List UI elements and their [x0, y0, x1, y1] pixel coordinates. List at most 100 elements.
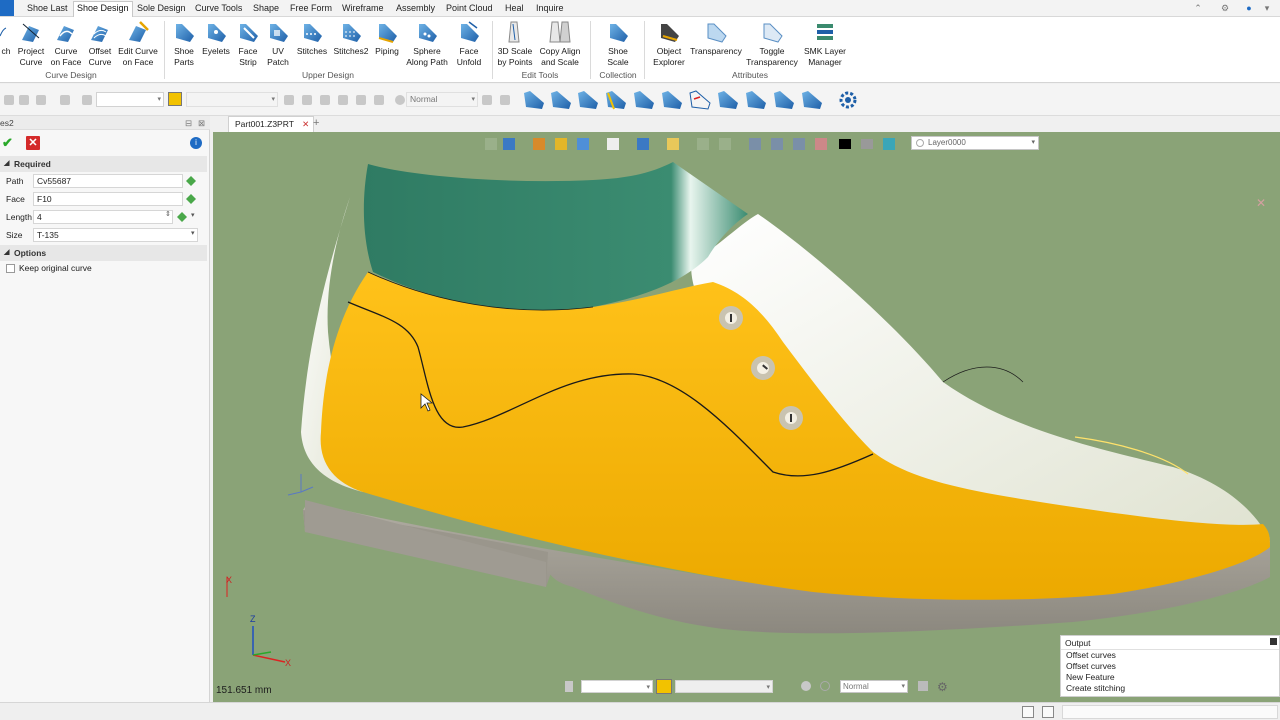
- settings-icon[interactable]: ⚙: [1220, 3, 1230, 13]
- collapse-ribbon-icon[interactable]: ⌃: [1193, 3, 1203, 13]
- options-section-header[interactable]: ◢ Options: [0, 245, 207, 261]
- piping-button[interactable]: Piping: [372, 20, 402, 57]
- shoe-tool-icon[interactable]: [632, 89, 656, 111]
- keep-original-checkbox[interactable]: [6, 264, 15, 273]
- smart-pick-icon[interactable]: [656, 679, 672, 694]
- mirror-icon[interactable]: [356, 95, 366, 105]
- close-output-icon[interactable]: [1270, 638, 1277, 645]
- shoe-parts-button[interactable]: Shoe Parts: [170, 20, 198, 67]
- command-input[interactable]: [1062, 705, 1278, 719]
- shoe-tool-icon[interactable]: [800, 89, 824, 111]
- shoe-tool-icon[interactable]: [772, 89, 796, 111]
- shoe-tool-icon[interactable]: [604, 89, 628, 111]
- menu-dropdown-icon[interactable]: ▾: [1262, 3, 1272, 13]
- required-section-header[interactable]: ◢ Required: [0, 156, 207, 172]
- panel-toggle-icon[interactable]: [1042, 706, 1054, 718]
- shoe-tool-icon[interactable]: [660, 89, 684, 111]
- pick-filter-combo[interactable]: ▾: [675, 680, 773, 693]
- size-select[interactable]: T-135: [33, 228, 198, 242]
- curve-on-face-button[interactable]: Curve on Face: [50, 20, 82, 67]
- cancel-x-icon[interactable]: ✕: [26, 136, 40, 150]
- tab-curve-tools[interactable]: Curve Tools: [192, 2, 245, 16]
- spinner-icon[interactable]: ⇕: [165, 210, 171, 218]
- help-icon[interactable]: ●: [1244, 3, 1254, 13]
- tab-sole-design[interactable]: Sole Design: [134, 2, 189, 16]
- document-tab[interactable]: Part001.Z3PRT ✕: [228, 116, 315, 132]
- pick-entity-icon[interactable]: [177, 212, 187, 222]
- tab-shape[interactable]: Shape: [250, 2, 282, 16]
- tab-shoe-design[interactable]: Shoe Design: [73, 1, 133, 17]
- 3d-scale-by-points-button[interactable]: 3D Scale by Points: [496, 20, 534, 67]
- face-strip-button[interactable]: Face Strip: [234, 20, 262, 67]
- display-mode-icon[interactable]: [395, 95, 405, 105]
- stitches-button[interactable]: Stitches: [295, 20, 329, 57]
- face-unfold-button[interactable]: Face Unfold: [452, 20, 486, 67]
- tab-assembly[interactable]: Assembly: [393, 2, 438, 16]
- toggle-transparency-button[interactable]: Toggle Transparency: [746, 20, 798, 67]
- uv-patch-button[interactable]: UV Patch: [264, 20, 292, 67]
- tab-point-cloud[interactable]: Point Cloud: [443, 2, 496, 16]
- render-mode-icon[interactable]: [820, 681, 830, 691]
- smart-pick-icon[interactable]: [168, 92, 182, 106]
- pick-entity-icon[interactable]: [186, 176, 196, 186]
- redo-icon[interactable]: [19, 95, 29, 105]
- tab-shoe-last[interactable]: Shoe Last: [24, 2, 71, 16]
- shoe-model[interactable]: [213, 132, 1280, 702]
- gear-icon[interactable]: ⚙: [937, 680, 948, 694]
- display-mode-select[interactable]: Normal ▾: [840, 680, 908, 693]
- tab-wireframe[interactable]: Wireframe: [339, 2, 387, 16]
- shoe-tool-icon[interactable]: [716, 89, 740, 111]
- select-icon[interactable]: [60, 95, 70, 105]
- face-field[interactable]: F10: [33, 192, 183, 206]
- display-mode-icon[interactable]: [801, 681, 811, 691]
- path-field[interactable]: Cv55687: [33, 174, 183, 188]
- eyelets-button[interactable]: Eyelets: [200, 20, 232, 57]
- project-curve-button[interactable]: Project Curve: [16, 20, 46, 67]
- eyelet-icon[interactable]: [719, 306, 743, 330]
- shoe-tool-icon[interactable]: [549, 89, 573, 111]
- close-tab-icon[interactable]: ✕: [302, 119, 309, 129]
- edit-curve-on-face-button[interactable]: Edit Curve on Face: [117, 20, 159, 67]
- tab-heal[interactable]: Heal: [502, 2, 527, 16]
- pin-icon[interactable]: ⊟: [185, 116, 192, 130]
- snap-icon[interactable]: [284, 95, 294, 105]
- shoe-tool-icon[interactable]: [744, 89, 768, 111]
- stitches2-button[interactable]: Stitches2: [332, 20, 370, 57]
- smk-layer-manager-button[interactable]: SMK Layer Manager: [802, 20, 848, 67]
- new-tab-icon[interactable]: +: [313, 117, 319, 129]
- sphere-along-path-button[interactable]: Sphere Along Path: [404, 20, 450, 67]
- tab-free-form[interactable]: Free Form: [287, 2, 335, 16]
- object-explorer-button[interactable]: Object Explorer: [650, 20, 688, 67]
- view-icon[interactable]: [482, 95, 492, 105]
- file-menu-button[interactable]: [0, 0, 14, 16]
- shoe-scale-button[interactable]: Shoe Scale: [602, 20, 634, 67]
- ok-check-icon[interactable]: ✔: [2, 136, 16, 150]
- info-icon[interactable]: i: [190, 137, 202, 149]
- undo-icon[interactable]: [4, 95, 14, 105]
- display-mode-combo[interactable]: Normal ▾: [406, 92, 478, 107]
- layout-toggle-icon[interactable]: [1022, 706, 1034, 718]
- length-field[interactable]: 4: [33, 210, 173, 224]
- dropdown-arrow-icon[interactable]: ▾: [191, 211, 195, 219]
- pick-entity-icon[interactable]: [186, 194, 196, 204]
- shoe-tool-icon[interactable]: [576, 89, 600, 111]
- copy-align-and-scale-button[interactable]: Copy Align and Scale: [537, 20, 583, 67]
- shoe-tool-icon[interactable]: [522, 89, 546, 111]
- pattern-icon[interactable]: [374, 95, 384, 105]
- gear-icon[interactable]: [836, 89, 860, 111]
- eyelet-icon[interactable]: [751, 356, 775, 380]
- render-icon[interactable]: [500, 95, 510, 105]
- pick-filter-combo[interactable]: ▾: [186, 92, 278, 107]
- close-panel-icon[interactable]: ⊠: [198, 116, 205, 130]
- filter-combo[interactable]: ▾: [581, 680, 653, 693]
- offset-curve-button[interactable]: Offset Curve: [85, 20, 115, 67]
- tab-inquire[interactable]: Inquire: [533, 2, 567, 16]
- chevron-down-icon[interactable]: ▾: [191, 229, 195, 237]
- eyelet-icon[interactable]: [779, 406, 803, 430]
- align-icon[interactable]: [320, 95, 330, 105]
- view-icon[interactable]: [918, 681, 928, 691]
- ribbon-button-partial[interactable]: ch: [0, 20, 12, 57]
- transparency-button[interactable]: Transparency: [690, 20, 742, 57]
- filter-combo[interactable]: ▾: [96, 92, 164, 107]
- 3d-viewport[interactable]: Layer0000 ▾ Z X X ✕ 151.651 mm ▾ ▾ Norma…: [213, 132, 1280, 702]
